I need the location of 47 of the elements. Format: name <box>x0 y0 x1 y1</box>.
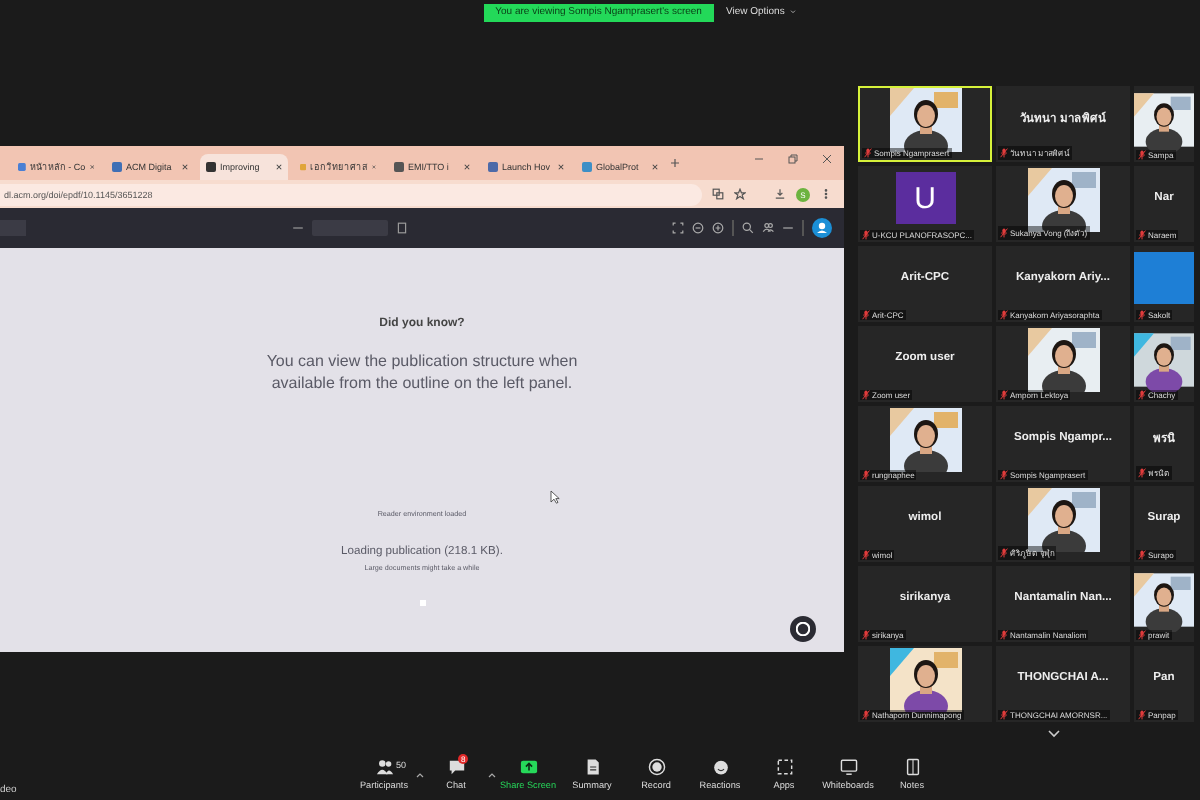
whiteboard-icon <box>839 758 857 776</box>
people-icon <box>375 758 393 776</box>
zoom-in-icon[interactable] <box>712 222 724 234</box>
caret-icon[interactable] <box>488 771 496 777</box>
cursor-icon <box>550 490 560 504</box>
close-icon[interactable] <box>464 164 470 170</box>
close-icon[interactable] <box>558 164 564 170</box>
avatar-tile: U <box>895 172 955 224</box>
site-icon <box>112 162 122 172</box>
tip-text: You can view the publication structure when available from the outline on the left panel. <box>264 350 580 394</box>
caret-icon <box>790 10 797 14</box>
chat-bubble-icon <box>447 758 465 776</box>
page-icon[interactable] <box>395 222 407 234</box>
chevron-down-icon[interactable] <box>1048 730 1060 738</box>
close-icon[interactable] <box>276 164 282 170</box>
apps-icon <box>775 758 793 776</box>
star-icon[interactable] <box>734 188 746 200</box>
minus-icon[interactable] <box>291 222 303 234</box>
site-icon <box>206 162 216 172</box>
share-screen-icon <box>519 758 537 776</box>
help-button[interactable] <box>790 616 816 642</box>
close-icon[interactable] <box>822 154 832 164</box>
fit-screen-icon[interactable] <box>672 222 684 234</box>
site-icon <box>488 162 498 172</box>
notes-icon <box>903 758 921 776</box>
restore-icon[interactable] <box>788 154 798 164</box>
more-icon[interactable] <box>820 188 832 200</box>
download-icon[interactable] <box>774 188 786 200</box>
close-icon[interactable] <box>89 164 94 170</box>
new-tab-icon[interactable] <box>670 158 680 168</box>
document-icon <box>583 758 601 776</box>
search-icon[interactable] <box>742 222 754 234</box>
record-icon <box>647 758 665 776</box>
caret-icon[interactable] <box>416 771 424 777</box>
site-icon <box>18 162 26 172</box>
site-icon <box>300 162 307 172</box>
zoom-out-icon[interactable] <box>692 222 704 234</box>
translate-icon[interactable] <box>712 188 724 200</box>
people-icon[interactable] <box>762 222 774 234</box>
help-icon <box>796 622 810 636</box>
close-icon[interactable] <box>652 164 658 170</box>
smiley-icon <box>711 758 729 776</box>
close-icon[interactable] <box>182 164 188 170</box>
site-icon <box>394 162 404 172</box>
user-avatar-icon[interactable] <box>812 218 832 238</box>
site-icon <box>582 162 592 172</box>
minus-icon[interactable] <box>782 222 794 234</box>
